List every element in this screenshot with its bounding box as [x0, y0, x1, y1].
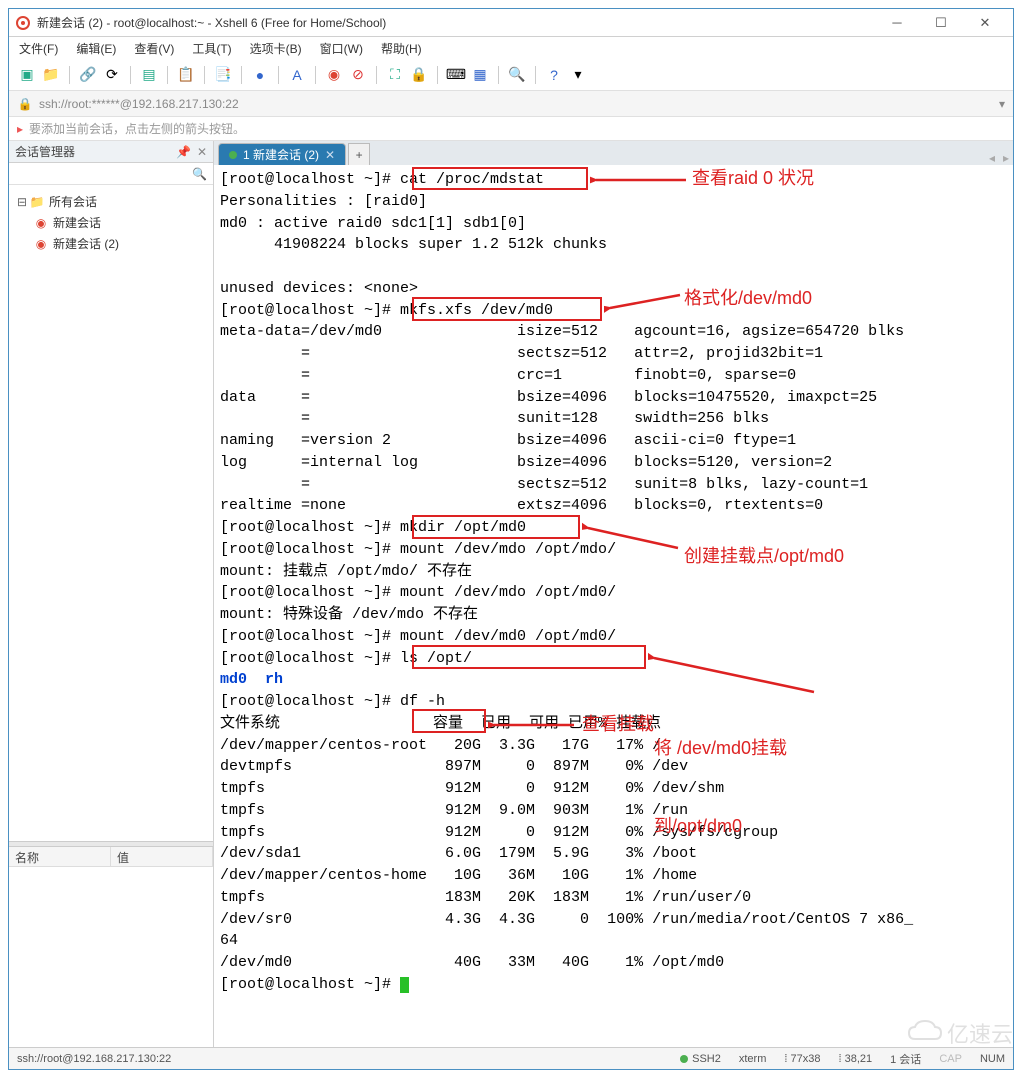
menu-edit[interactable]: 编辑(E): [76, 40, 116, 57]
toolbar: ▣ 📁 🔗 ⟳ ▤ 📋 📑 ● A ◉ ⊘ ⛶ 🔒 ⌨ ▦ 🔍 ? ▾: [9, 59, 1013, 91]
grid-icon[interactable]: ▦: [470, 65, 490, 85]
tab-add-button[interactable]: +: [348, 143, 370, 165]
folder-icon: 📁: [29, 195, 45, 209]
keyboard-icon[interactable]: ⌨: [446, 65, 466, 85]
addr-dropdown-icon[interactable]: ▾: [999, 97, 1005, 111]
dropdown-icon[interactable]: ▾: [568, 65, 588, 85]
session-icon: ◉: [33, 216, 49, 230]
session-icon: ◉: [33, 237, 49, 251]
menu-view[interactable]: 查看(V): [134, 40, 174, 57]
copy-icon[interactable]: 📋: [176, 65, 196, 85]
paste-icon[interactable]: 📑: [213, 65, 233, 85]
reconnect-icon[interactable]: 🔗: [78, 65, 98, 85]
sidebar-search[interactable]: 🔍: [9, 163, 213, 185]
tree-root[interactable]: ⊟ 📁 所有会话: [9, 191, 213, 212]
sidebar-title: 会话管理器: [15, 143, 75, 160]
status-cap: CAP: [939, 1053, 962, 1065]
app-icon: [15, 15, 31, 31]
find-icon[interactable]: 🔍: [507, 65, 527, 85]
terminal[interactable]: [root@localhost ~]# cat /proc/mdstat Per…: [214, 165, 1013, 1047]
terminal-output-1: [root@localhost ~]# cat /proc/mdstat Per…: [220, 171, 904, 667]
tab-close-icon[interactable]: ✕: [325, 148, 335, 162]
annotation: 创建挂载点/opt/md0: [684, 543, 844, 569]
menu-window[interactable]: 窗口(W): [320, 40, 363, 57]
arrow-icon: [604, 290, 684, 315]
tree-item-session2[interactable]: ◉ 新建会话 (2): [9, 233, 213, 254]
app-window: 新建会话 (2) - root@localhost:~ - Xshell 6 (…: [8, 8, 1014, 1070]
menu-file[interactable]: 文件(F): [19, 40, 58, 57]
address-bar: 🔒 ssh://root:******@192.168.217.130:22 ▾: [9, 91, 1013, 117]
tab-scroll-right-icon[interactable]: ▸: [999, 151, 1013, 165]
tree-item-session1[interactable]: ◉ 新建会话: [9, 212, 213, 233]
tree-item-label: 新建会话: [53, 214, 101, 231]
menu-tools[interactable]: 工具(T): [192, 40, 231, 57]
arrow-icon: [648, 650, 818, 700]
expand-icon[interactable]: ⊟: [17, 195, 29, 209]
annotation: 查看raid 0 状况: [692, 165, 814, 191]
menu-tab[interactable]: 选项卡(B): [250, 40, 302, 57]
main-area: 1 新建会话 (2) ✕ + ◂ ▸ [root@localhost ~]# c…: [214, 141, 1013, 1047]
lock-addr-icon: 🔒: [17, 97, 33, 111]
tree-item-label: 新建会话 (2): [53, 235, 119, 252]
sidebar-header: 会话管理器 📌 ✕: [9, 141, 213, 163]
maximize-button[interactable]: ☐: [919, 10, 963, 36]
swirl-icon[interactable]: ◉: [324, 65, 344, 85]
prop-col-name[interactable]: 名称: [9, 847, 111, 866]
status-num: NUM: [980, 1053, 1005, 1065]
help-icon[interactable]: ?: [544, 65, 564, 85]
session-tree[interactable]: ⊟ 📁 所有会话 ◉ 新建会话 ◉ 新建会话 (2): [9, 185, 213, 841]
status-ssh: SSH2: [679, 1053, 721, 1065]
hint-text: 要添加当前会话，点击左侧的箭头按钮。: [29, 120, 245, 137]
stop-icon[interactable]: ⊘: [348, 65, 368, 85]
tab-scroll-left-icon[interactable]: ◂: [985, 151, 999, 165]
font-icon[interactable]: A: [287, 65, 307, 85]
status-dot-icon: [229, 151, 237, 159]
minimize-button[interactable]: ─: [875, 10, 919, 36]
terminal-ls-output: md0 rh: [220, 671, 283, 688]
open-icon[interactable]: 📁: [41, 65, 61, 85]
terminal-icon[interactable]: ▤: [139, 65, 159, 85]
titlebar: 新建会话 (2) - root@localhost:~ - Xshell 6 (…: [9, 9, 1013, 37]
sidebar: 会话管理器 📌 ✕ 🔍 ⊟ 📁 所有会话 ◉ 新建会话 ◉: [9, 141, 214, 1047]
status-size: ⁞ 77x38: [784, 1053, 820, 1065]
tab-active[interactable]: 1 新建会话 (2) ✕: [218, 143, 346, 165]
tab-strip: 1 新建会话 (2) ✕ + ◂ ▸: [214, 141, 1013, 165]
status-pos: ⁞ 38,21: [838, 1053, 872, 1065]
menu-help[interactable]: 帮助(H): [381, 40, 422, 57]
lock-icon[interactable]: 🔒: [409, 65, 429, 85]
status-sessions: 1 会话: [890, 1051, 921, 1067]
menubar: 文件(F) 编辑(E) 查看(V) 工具(T) 选项卡(B) 窗口(W) 帮助(…: [9, 37, 1013, 59]
globe-icon[interactable]: ●: [250, 65, 270, 85]
fullscreen-icon[interactable]: ⛶: [385, 65, 405, 85]
window-title: 新建会话 (2) - root@localhost:~ - Xshell 6 (…: [37, 14, 875, 31]
status-address: ssh://root@192.168.217.130:22: [17, 1053, 171, 1065]
annotation: 格式化/dev/md0: [684, 285, 812, 311]
search-icon: 🔍: [192, 167, 207, 181]
status-bar: ssh://root@192.168.217.130:22 SSH2 xterm…: [9, 1047, 1013, 1069]
address-text[interactable]: ssh://root:******@192.168.217.130:22: [33, 97, 999, 111]
tree-root-label: 所有会话: [49, 193, 97, 210]
sidebar-properties: 名称 值: [9, 847, 213, 1047]
tab-label: 1 新建会话 (2): [243, 146, 319, 163]
close-button[interactable]: ✕: [963, 10, 1007, 36]
sidebar-close-icon[interactable]: ✕: [197, 145, 207, 159]
prop-col-value[interactable]: 值: [111, 847, 213, 866]
new-session-icon[interactable]: ▣: [17, 65, 37, 85]
status-term: xterm: [739, 1053, 767, 1065]
terminal-output-2: [root@localhost ~]# df -h 文件系统 容量 已用 可用 …: [220, 693, 913, 993]
disconnect-icon[interactable]: ⟳: [102, 65, 122, 85]
cursor: [400, 977, 409, 993]
pin-icon[interactable]: 📌: [176, 145, 191, 159]
flag-icon: ▸: [17, 122, 23, 136]
hint-bar: ▸ 要添加当前会话，点击左侧的箭头按钮。: [9, 117, 1013, 141]
arrow-icon: [590, 170, 690, 190]
